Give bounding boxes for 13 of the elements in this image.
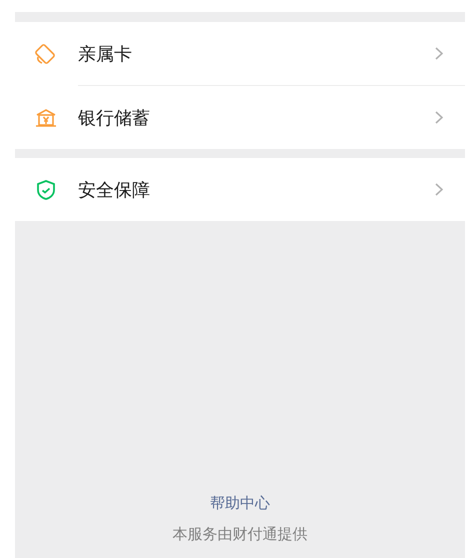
menu-label: 银行储蓄 bbox=[78, 106, 151, 130]
shield-icon bbox=[34, 178, 58, 202]
card-icon bbox=[34, 42, 58, 66]
chevron-icon bbox=[435, 47, 443, 60]
menu-item[interactable]: 亲属卡 bbox=[15, 22, 465, 85]
menu-label: 亲属卡 bbox=[78, 42, 133, 66]
menu-item[interactable]: 安全保障 bbox=[15, 158, 465, 221]
menu-item[interactable]: 银行储蓄 bbox=[78, 85, 465, 149]
provider-note: 本服务由财付通提供 bbox=[172, 525, 308, 544]
help-link[interactable]: 帮助中心 bbox=[210, 494, 270, 513]
chevron-icon bbox=[435, 183, 443, 196]
chevron-icon bbox=[435, 111, 443, 124]
menu-label: 安全保障 bbox=[78, 178, 151, 202]
